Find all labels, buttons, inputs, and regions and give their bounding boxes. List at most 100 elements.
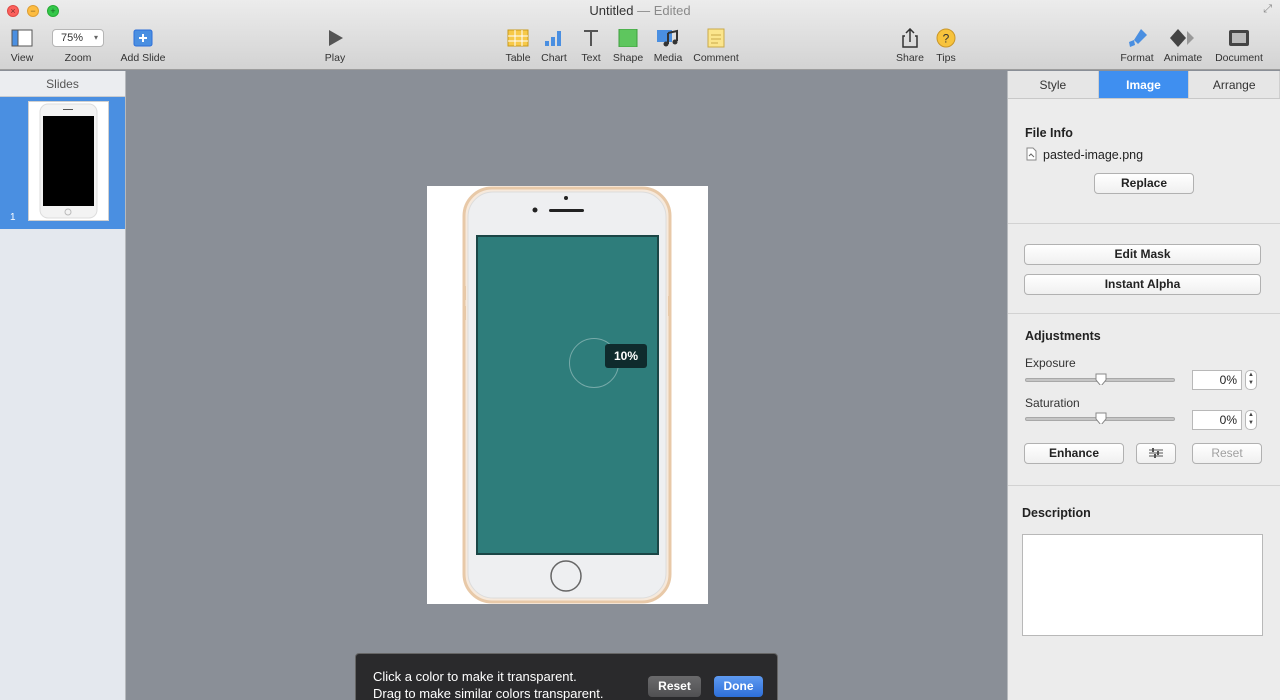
text-label: Text — [581, 52, 601, 64]
saturation-label: Saturation — [1025, 396, 1080, 410]
shape-button[interactable]: Shape — [612, 26, 644, 64]
comment-button[interactable]: Comment — [690, 26, 742, 64]
slide-navigator: Slides 1 — [0, 71, 126, 700]
zoom-value: 75% — [61, 32, 84, 44]
slide-thumbnail-row[interactable]: 1 — [0, 97, 125, 229]
format-inspector: Style Image Arrange File Info pasted-ima… — [1007, 71, 1280, 700]
zoom-label: Zoom — [64, 52, 92, 64]
document-label: Document — [1215, 52, 1263, 64]
table-label: Table — [505, 52, 531, 64]
tab-arrange[interactable]: Arrange — [1189, 71, 1280, 98]
media-icon — [657, 29, 678, 47]
animate-label: Animate — [1163, 52, 1203, 64]
slide-canvas[interactable]: 10% Click a color to make it transparent… — [127, 71, 1007, 700]
hud-reset-button[interactable]: Reset — [648, 676, 701, 697]
view-button[interactable]: View — [6, 26, 38, 64]
iphone-image[interactable] — [427, 186, 708, 604]
table-button[interactable]: Table — [502, 26, 534, 64]
tab-style[interactable]: Style — [1008, 71, 1099, 98]
tips-button[interactable]: ? Tips — [932, 26, 960, 64]
hud-instruction-line-1: Click a color to make it transparent. — [373, 669, 577, 684]
tips-label: Tips — [936, 52, 956, 64]
sliders-icon — [1149, 448, 1163, 458]
hud-done-button[interactable]: Done — [714, 676, 763, 697]
enhance-button[interactable]: Enhance — [1024, 443, 1124, 464]
file-info-section: File Info pasted-image.png Replace — [1008, 100, 1280, 224]
play-icon — [329, 30, 343, 46]
tips-icon: ? — [936, 28, 956, 48]
exposure-field[interactable]: 0% — [1192, 370, 1242, 390]
slide-number: 1 — [10, 212, 16, 223]
title-separator: — — [633, 3, 654, 18]
zoom-control[interactable]: 75% ▾ Zoom — [50, 26, 106, 64]
media-button[interactable]: Media — [650, 26, 686, 64]
share-icon — [902, 28, 918, 48]
tab-image[interactable]: Image — [1098, 71, 1190, 98]
slides-header: Slides — [0, 71, 125, 97]
slide-thumbnail[interactable] — [28, 101, 109, 221]
description-title: Description — [1022, 506, 1091, 520]
adjustments-reset-button[interactable]: Reset — [1192, 443, 1262, 464]
exposure-slider-knob[interactable] — [1095, 373, 1107, 385]
instant-alpha-percentage: 10% — [605, 344, 647, 368]
window-title: Untitled — Edited — [0, 3, 1280, 18]
text-button[interactable]: Text — [576, 26, 606, 64]
play-label: Play — [324, 52, 346, 64]
file-info-title: File Info — [1025, 126, 1073, 140]
exposure-label: Exposure — [1025, 356, 1076, 370]
image-file-icon — [1026, 147, 1037, 161]
comment-icon — [707, 28, 725, 48]
exposure-slider[interactable] — [1025, 373, 1175, 385]
adjustments-section: Adjustments Exposure 0% ▲ ▼ Saturation 0%… — [1008, 314, 1280, 486]
saturation-slider[interactable] — [1025, 412, 1175, 424]
inspector-tabs: Style Image Arrange — [1008, 71, 1280, 99]
animate-button[interactable]: Animate — [1160, 26, 1206, 64]
format-label: Format — [1120, 52, 1154, 64]
format-button[interactable]: Format — [1116, 26, 1158, 64]
adjustments-title: Adjustments — [1025, 329, 1101, 343]
mask-section: Edit Mask Instant Alpha — [1008, 224, 1280, 314]
add-slide-button[interactable]: Add Slide — [116, 26, 170, 64]
saturation-slider-knob[interactable] — [1095, 412, 1107, 424]
table-icon — [507, 29, 529, 47]
hud-instruction-line-2: Drag to make similar colors transparent. — [373, 686, 604, 700]
chart-icon — [545, 31, 561, 46]
instant-alpha-hud: Click a color to make it transparent. Dr… — [355, 653, 778, 700]
share-button[interactable]: Share — [894, 26, 926, 64]
chart-label: Chart — [541, 52, 567, 64]
shape-label: Shape — [612, 52, 644, 64]
shape-icon — [618, 29, 638, 47]
window-toolbar: × − + Untitled — Edited ⤢ View 75% ▾ Zoom… — [0, 0, 1280, 70]
saturation-field[interactable]: 0% — [1192, 410, 1242, 430]
zoom-select[interactable]: 75% ▾ — [52, 29, 104, 47]
add-slide-icon — [133, 29, 153, 47]
replace-button[interactable]: Replace — [1094, 173, 1194, 194]
phone-thumbnail-image — [39, 103, 98, 219]
animate-icon — [1170, 29, 1194, 47]
document-button[interactable]: Document — [1212, 26, 1266, 64]
format-brush-icon — [1129, 29, 1147, 47]
instant-alpha-button[interactable]: Instant Alpha — [1024, 274, 1261, 295]
adjust-levels-button[interactable] — [1136, 443, 1176, 464]
add-slide-label: Add Slide — [120, 52, 166, 64]
share-label: Share — [895, 52, 925, 64]
slide[interactable] — [427, 186, 708, 604]
document-status: Edited — [653, 3, 691, 18]
edit-mask-button[interactable]: Edit Mask — [1024, 244, 1261, 265]
comment-label: Comment — [693, 52, 739, 64]
exposure-stepper[interactable]: ▲ ▼ — [1245, 370, 1257, 390]
media-label: Media — [653, 52, 683, 64]
play-button[interactable]: Play — [320, 26, 350, 64]
description-textarea[interactable] — [1022, 534, 1263, 636]
document-icon — [1229, 30, 1249, 46]
svg-text:?: ? — [943, 32, 950, 46]
text-icon — [584, 30, 598, 46]
chevron-down-icon: ▾ — [93, 33, 98, 42]
view-label: View — [10, 52, 34, 64]
view-icon — [11, 29, 33, 47]
document-name: Untitled — [589, 3, 634, 18]
fullscreen-icon[interactable]: ⤢ — [1263, 3, 1272, 16]
file-name: pasted-image.png — [1043, 148, 1144, 162]
chart-button[interactable]: Chart — [538, 26, 570, 64]
saturation-stepper[interactable]: ▲ ▼ — [1245, 410, 1257, 430]
